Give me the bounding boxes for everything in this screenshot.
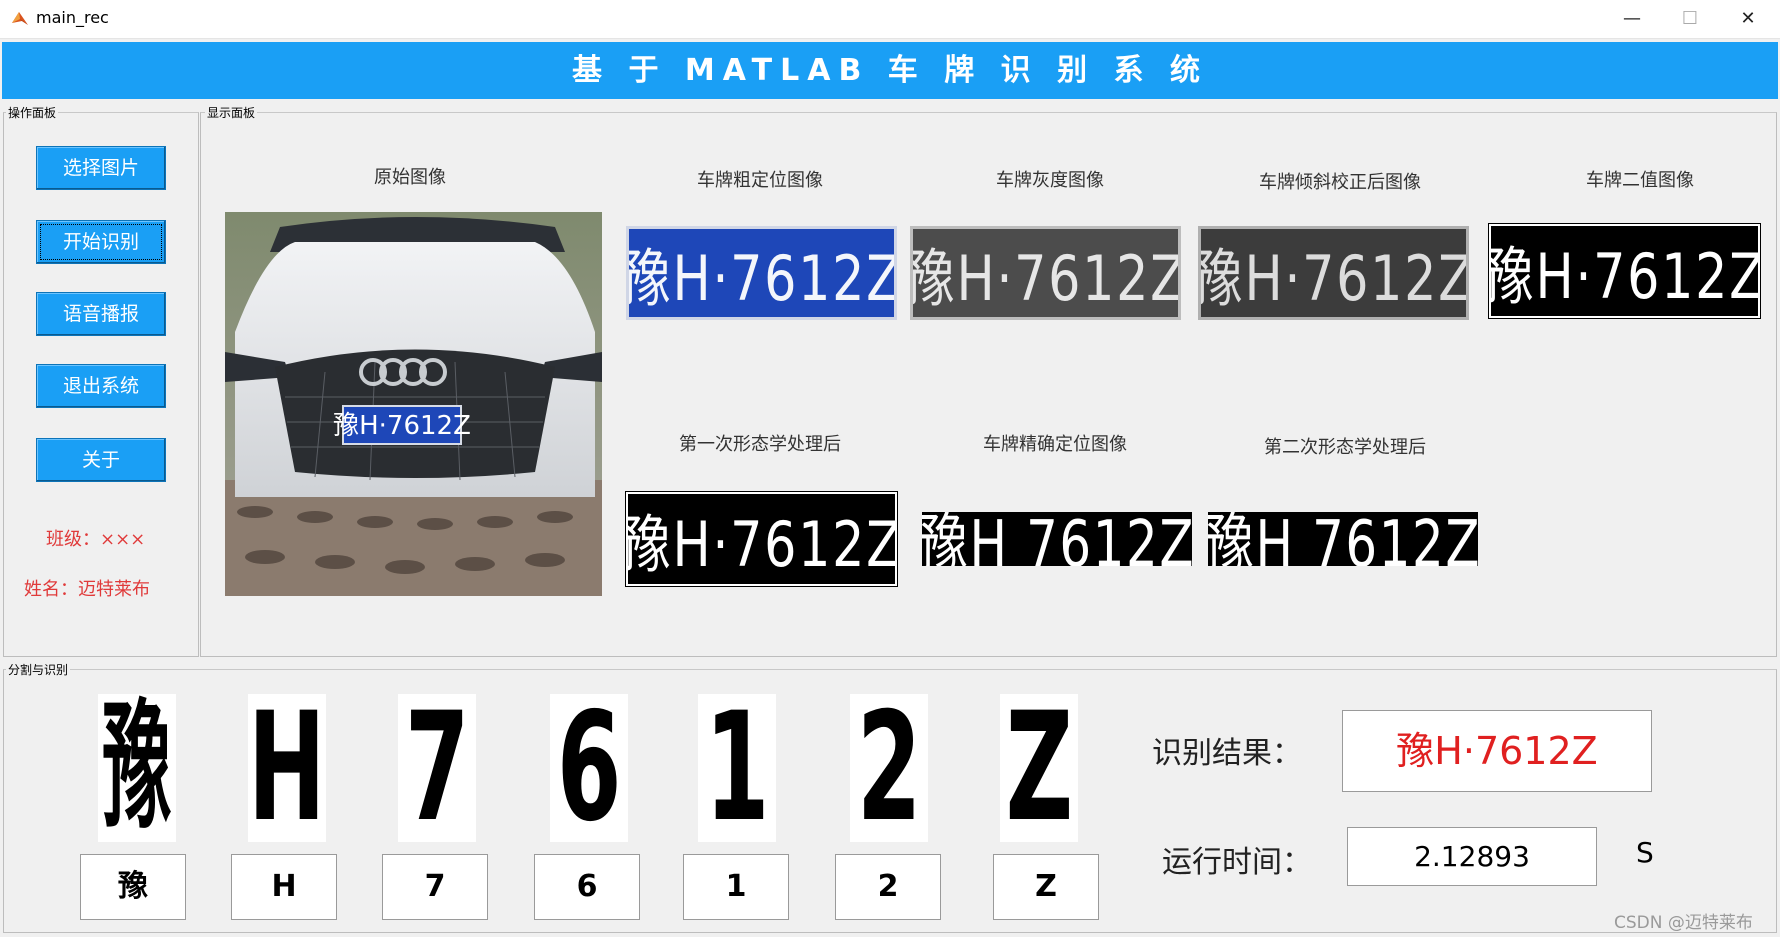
segmented-char-1: 豫 [102,687,172,848]
caption-original-image: 原始图像 [374,167,446,188]
caption-morphology-1: 第一次形态学处理后 [679,434,841,455]
caption-coarse-location: 车牌粗定位图像 [697,170,823,191]
binary-plate-image: 豫H·7612Z [1488,223,1761,319]
coarse-plate-image: 豫H·7612Z [626,226,897,320]
char-result-box-7: Z [993,854,1099,920]
segmented-char-4: 6 [556,681,622,855]
char-result-box-4: 6 [534,854,640,920]
gray-plate-image: 豫H·7612Z [910,226,1181,320]
morphology-1-image: 豫H·7612Z [625,491,898,587]
segmented-char-6: 2 [856,681,922,855]
caption-gray-plate: 车牌灰度图像 [996,170,1104,191]
segmented-char-5: 1 [704,681,770,855]
select-image-button[interactable]: 选择图片 [36,146,166,190]
precise-plate-text: 豫H 7612Z [922,512,1192,566]
runtime-label: 运行时间： [1162,845,1312,880]
segmented-char-7: Z [1005,681,1073,855]
segmentation-panel-title: 分割与识别 [6,661,71,678]
tilt-corrected-plate-image: 豫H·7612Z [1198,226,1469,320]
segmented-char-2: H [248,681,326,855]
app-banner-title: 基 于 MATLAB 车 牌 识 别 系 统 [2,42,1778,99]
runtime-value-field: 2.12893 [1347,827,1597,886]
about-button[interactable]: 关于 [36,438,166,482]
exit-system-button[interactable]: 退出系统 [36,364,166,408]
maximize-icon[interactable]: ☐ [1662,0,1718,39]
display-panel-title: 显示面板 [205,104,258,121]
operations-panel-title: 操作面板 [6,104,59,121]
char-result-box-2: H [231,854,337,920]
segmented-char-1-image: 豫 [98,694,176,842]
coarse-plate-text: 豫H·7612Z [626,242,897,315]
segmented-char-5-image: 1 [698,681,776,855]
segmented-char-6-image: 2 [850,681,928,855]
result-value-field: 豫H·7612Z [1342,710,1652,792]
segmented-char-4-image: 6 [550,681,628,855]
class-label: 班级：××× [46,529,146,550]
caption-binary-plate: 车牌二值图像 [1586,170,1694,191]
char-result-box-5: 1 [683,854,789,920]
morph2-plate-text: 豫H 7612Z [1208,512,1478,566]
char-result-box-1: 豫 [80,854,186,920]
caption-precise-location: 车牌精确定位图像 [983,434,1127,455]
morphology-2-image: 豫H 7612Z [1208,512,1478,566]
original-car-image: 豫H·7612Z [225,212,602,596]
segmented-char-3-image: 7 [398,681,476,855]
precise-plate-image: 豫H 7612Z [922,512,1192,566]
minimize-icon[interactable]: — [1604,0,1660,39]
segmented-char-7-image: Z [1000,681,1078,855]
name-label: 姓名：迈特莱布 [24,579,150,600]
caption-tilt-corrected: 车牌倾斜校正后图像 [1259,172,1421,193]
result-label: 识别结果： [1152,736,1302,771]
gray-plate-text: 豫H·7612Z [910,242,1181,315]
runtime-unit: S [1636,836,1654,869]
close-icon[interactable]: ✕ [1720,0,1776,39]
char-result-box-3: 7 [382,854,488,920]
window-title: main_rec [36,8,109,27]
voice-broadcast-button[interactable]: 语音播报 [36,292,166,336]
char-result-box-6: 2 [835,854,941,920]
matlab-icon [10,9,30,29]
binary-plate-text: 豫H·7612Z [1489,240,1760,313]
segmented-char-3: 7 [404,681,470,855]
car-plate-text: 豫H·7612Z [333,411,471,441]
tilt-plate-text: 豫H·7612Z [1198,242,1469,315]
segmented-char-2-image: H [248,681,326,855]
window-titlebar [0,0,1780,39]
watermark: CSDN @迈特莱布 [1614,913,1753,933]
caption-morphology-2: 第二次形态学处理后 [1264,437,1426,458]
morph1-plate-text: 豫H·7612Z [626,508,897,581]
start-recognition-button[interactable]: 开始识别 [36,220,166,264]
